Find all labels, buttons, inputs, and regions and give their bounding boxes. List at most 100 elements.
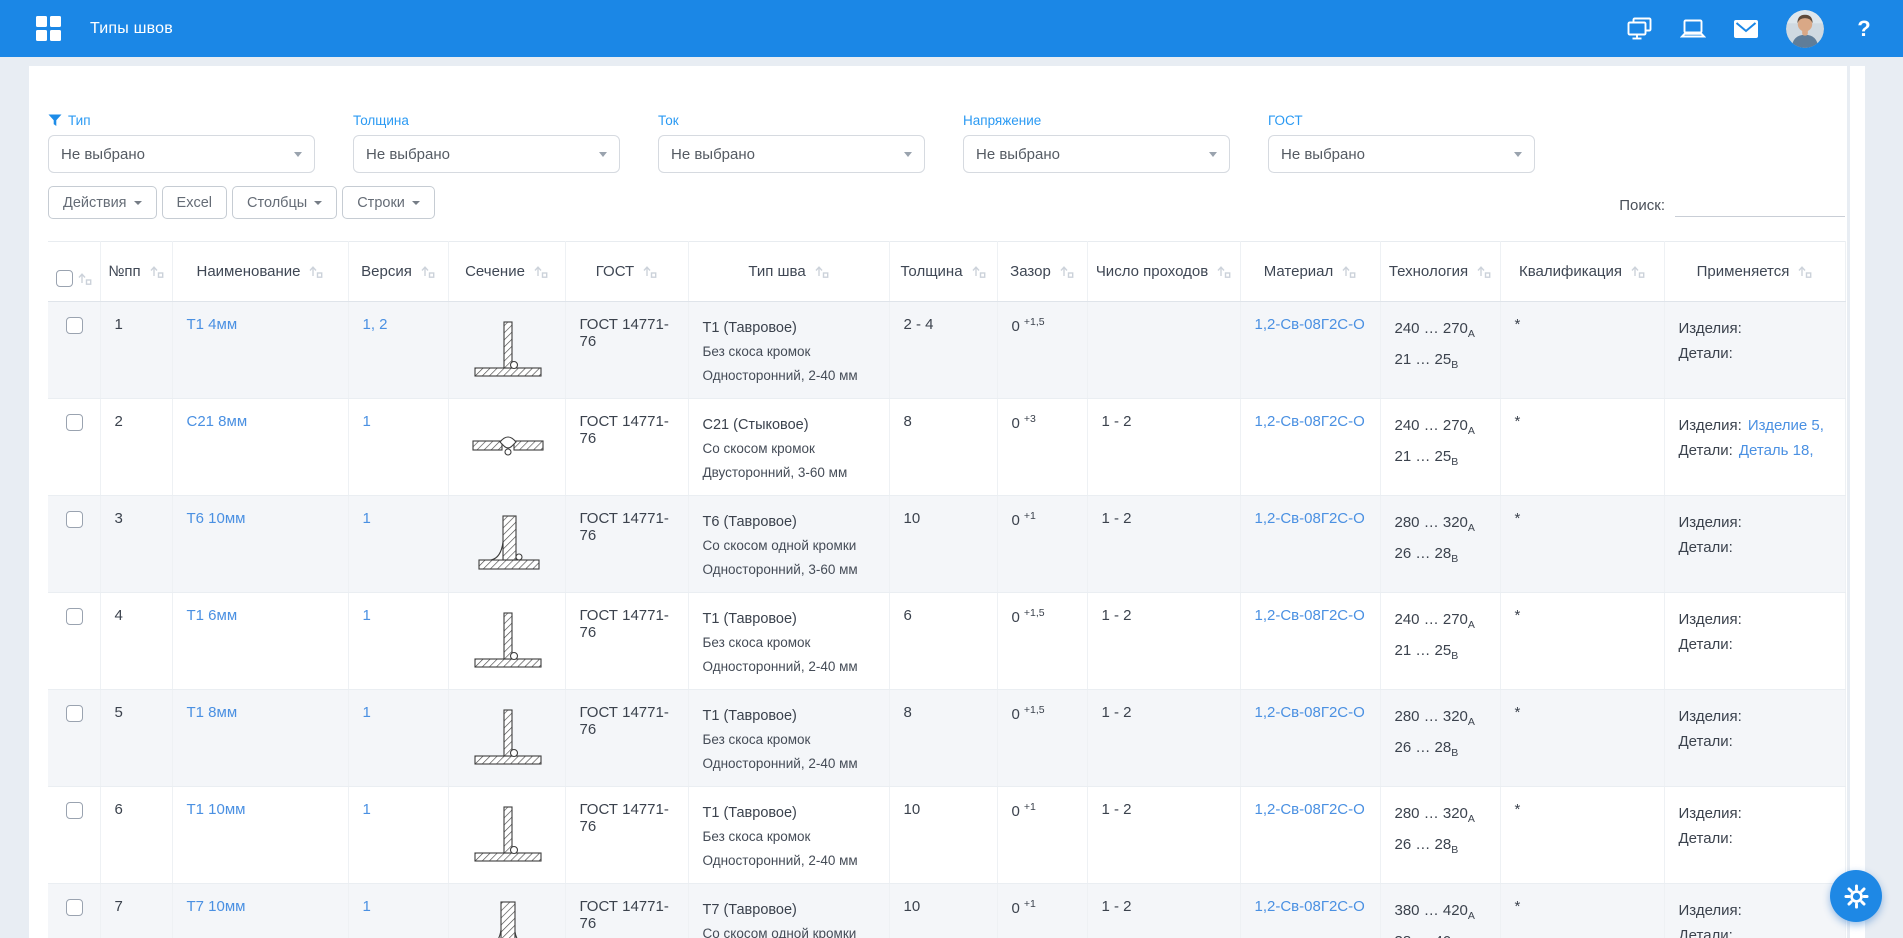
scrollbar-track[interactable]	[1850, 66, 1865, 938]
material-link[interactable]: 1,2-Св-08Г2С-О	[1255, 510, 1365, 527]
toolbar-button-1[interactable]: Excel	[162, 186, 227, 219]
cell-technology: 240 … 270А21 … 25В	[1380, 302, 1500, 399]
sort-icon[interactable]	[1797, 264, 1812, 279]
seam-edge: Без скоса кромок	[703, 340, 877, 364]
version-link[interactable]: 1	[363, 801, 371, 818]
material-link[interactable]: 1,2-Св-08Г2С-О	[1255, 898, 1365, 915]
seam-types-table: №пп Наименование Версия Сечение ГОСТ Тип…	[48, 241, 1846, 938]
toolbar-row: Действия Excel Столбцы Строки Поиск:	[48, 186, 1845, 219]
material-link[interactable]: 1,2-Св-08Г2С-О	[1255, 316, 1365, 333]
cell-applies: Изделия: Детали:	[1664, 690, 1845, 787]
cell-gost: ГОСТ 14771-76	[565, 884, 688, 938]
row-checkbox[interactable]	[66, 317, 83, 334]
sort-icon[interactable]	[971, 264, 986, 279]
sort-icon[interactable]	[1059, 264, 1074, 279]
chevron-down-icon	[294, 152, 302, 157]
cell-qualification: *	[1500, 787, 1664, 884]
cell-gap: 0+1	[997, 884, 1087, 938]
apps-grid-icon[interactable]	[36, 16, 62, 42]
row-checkbox[interactable]	[66, 608, 83, 625]
version-link[interactable]: 1	[363, 413, 371, 430]
seam-name-link[interactable]: С21 8мм	[187, 413, 248, 430]
cell-num: 5	[100, 690, 172, 787]
cell-version: 1	[348, 593, 448, 690]
filters: Тип Не выбрано Толщина Не выбрано Ток Не…	[48, 112, 1847, 173]
settings-fab[interactable]	[1830, 870, 1882, 922]
material-link[interactable]: 1,2-Св-08Г2С-О	[1255, 607, 1365, 624]
cell-name: Т7 10мм	[172, 884, 348, 938]
cell-gost: ГОСТ 14771-76	[565, 690, 688, 787]
cell-gost: ГОСТ 14771-76	[565, 399, 688, 496]
tech-range: 280 … 320А	[1395, 510, 1488, 541]
toolbar-button-0[interactable]: Действия	[48, 186, 157, 219]
tech-range: 38 … 40В	[1395, 929, 1488, 938]
cell-thickness: 10	[889, 787, 997, 884]
seam-name-link[interactable]: Т1 8мм	[187, 704, 238, 721]
column-label: Версия	[361, 263, 412, 280]
column-label: Тип шва	[748, 263, 805, 280]
applies-products: Изделия:	[1679, 510, 1833, 535]
filter-select-1[interactable]: Не выбрано	[353, 135, 620, 173]
chevron-down-icon	[314, 201, 322, 205]
seam-name-link[interactable]: Т7 10мм	[187, 898, 246, 915]
version-link[interactable]: 1	[363, 510, 371, 527]
sort-icon[interactable]	[1476, 264, 1491, 279]
displays-icon[interactable]	[1627, 17, 1653, 41]
toolbar-button-2[interactable]: Столбцы	[232, 186, 337, 219]
column-header-6: Толщина	[889, 242, 997, 302]
filter-select-0[interactable]: Не выбрано	[48, 135, 315, 173]
seam-name-link[interactable]: Т1 6мм	[187, 607, 238, 624]
cell-version: 1	[348, 884, 448, 938]
applies-products: Изделия:	[1679, 801, 1833, 826]
material-link[interactable]: 1,2-Св-08Г2С-О	[1255, 704, 1365, 721]
cell-passes: 1 - 2	[1087, 787, 1240, 884]
sort-icon[interactable]	[308, 264, 323, 279]
sort-icon[interactable]	[642, 264, 657, 279]
filter-select-2[interactable]: Не выбрано	[658, 135, 925, 173]
sort-icon[interactable]	[1341, 264, 1356, 279]
column-label: Зазор	[1010, 263, 1051, 280]
search-input[interactable]	[1675, 194, 1845, 217]
row-checkbox[interactable]	[66, 511, 83, 528]
sort-icon[interactable]	[533, 264, 548, 279]
avatar[interactable]	[1786, 10, 1824, 48]
row-checkbox[interactable]	[66, 705, 83, 722]
seam-name-link[interactable]: Т1 10мм	[187, 801, 246, 818]
tech-range: 21 … 25В	[1395, 638, 1488, 669]
version-link[interactable]: 1	[363, 898, 371, 915]
filter-select-4[interactable]: Не выбрано	[1268, 135, 1535, 173]
filter-label: Ток	[658, 112, 925, 129]
mail-icon[interactable]	[1733, 17, 1759, 41]
toolbar-button-3[interactable]: Строки	[342, 186, 435, 219]
version-link[interactable]: 1	[363, 704, 371, 721]
seam-name-link[interactable]: Т6 10мм	[187, 510, 246, 527]
seam-name-link[interactable]: Т1 4мм	[187, 316, 238, 333]
sort-icon[interactable]	[1630, 264, 1645, 279]
cell-section	[448, 399, 565, 496]
row-checkbox[interactable]	[66, 802, 83, 819]
cell-applies: Изделия:Изделие 5, Детали:Деталь 18,	[1664, 399, 1845, 496]
product-link[interactable]: Изделие 5,	[1748, 417, 1824, 434]
sort-icon[interactable]	[1216, 264, 1231, 279]
tech-range: 26 … 28В	[1395, 541, 1488, 572]
filter-0: Тип Не выбрано	[48, 112, 315, 173]
detail-link[interactable]: Деталь 18,	[1739, 442, 1814, 459]
version-link[interactable]: 1	[363, 607, 371, 624]
material-link[interactable]: 1,2-Св-08Г2С-О	[1255, 413, 1365, 430]
row-checkbox[interactable]	[66, 414, 83, 431]
row-checkbox[interactable]	[66, 899, 83, 916]
select-all-checkbox[interactable]	[56, 270, 73, 287]
sort-icon[interactable]	[814, 264, 829, 279]
filter-select-3[interactable]: Не выбрано	[963, 135, 1230, 173]
column-label: Материал	[1264, 263, 1334, 280]
material-link[interactable]: 1,2-Св-08Г2С-О	[1255, 801, 1365, 818]
sort-icon[interactable]	[77, 271, 92, 286]
laptop-icon[interactable]	[1680, 17, 1706, 41]
cell-applies: Изделия: Детали:	[1664, 496, 1845, 593]
sort-icon[interactable]	[149, 264, 164, 279]
cell-gap: 0+1,5	[997, 690, 1087, 787]
sort-icon[interactable]	[420, 264, 435, 279]
filter-2: Ток Не выбрано	[658, 112, 925, 173]
version-link[interactable]: 1, 2	[363, 316, 388, 333]
help-icon[interactable]: ?	[1851, 17, 1877, 41]
